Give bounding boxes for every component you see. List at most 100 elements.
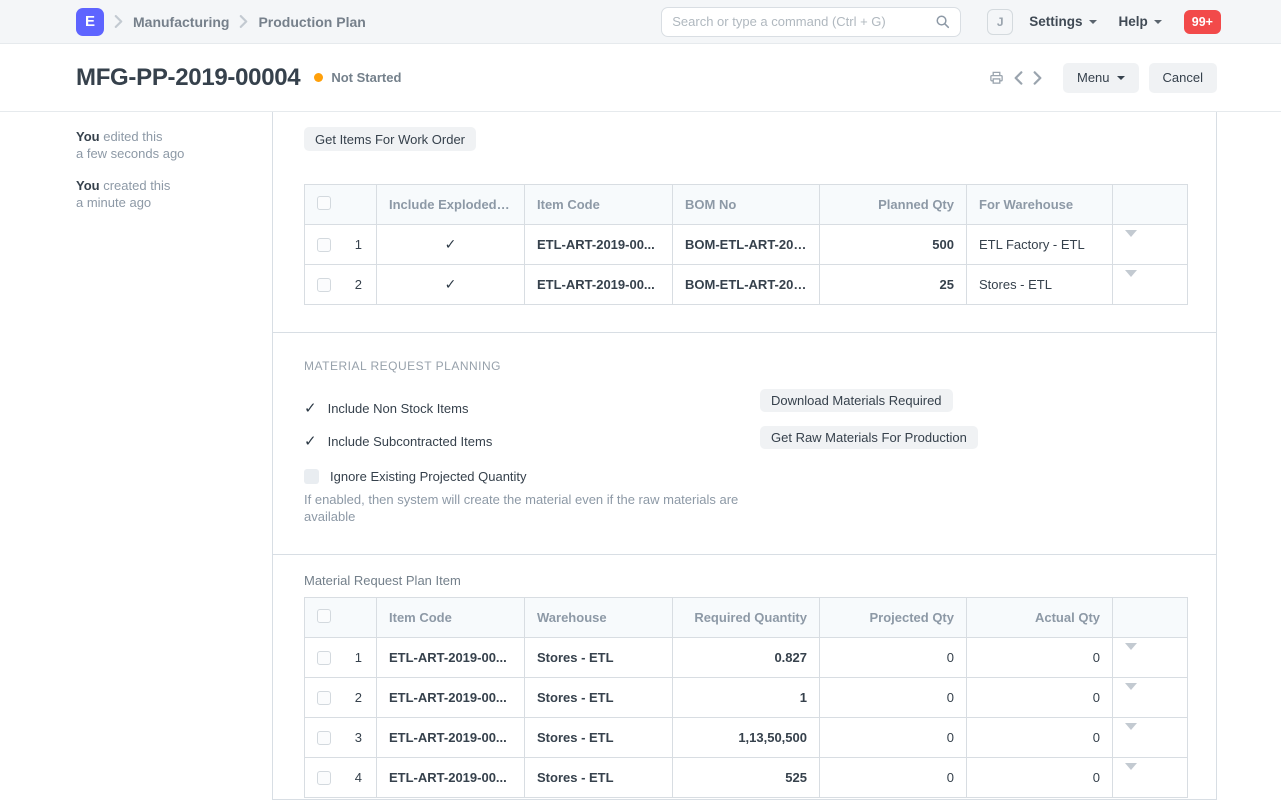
- breadcrumb-production-plan[interactable]: Production Plan: [258, 14, 365, 30]
- check-icon: ✓: [304, 399, 317, 417]
- cell-planned-qty[interactable]: 500: [820, 225, 967, 265]
- menu-label: Menu: [1077, 70, 1110, 85]
- table-header-row: Item Code Warehouse Required Quantity Pr…: [305, 598, 1188, 638]
- cell-required-quantity[interactable]: 1: [673, 678, 820, 718]
- cell-for-warehouse[interactable]: Stores - ETL: [967, 265, 1113, 305]
- cell-warehouse[interactable]: Stores - ETL: [525, 718, 673, 758]
- cell-bom-no[interactable]: BOM-ETL-ART-201...: [673, 225, 820, 265]
- form-sidebar: You edited this a few seconds ago You cr…: [0, 112, 272, 800]
- notifications-badge[interactable]: 99+: [1184, 10, 1221, 34]
- material-request-plan-item-section: Material Request Plan Item Item Code War…: [273, 555, 1216, 798]
- app-logo[interactable]: E: [76, 8, 104, 36]
- row-checkbox[interactable]: [317, 691, 331, 705]
- chevron-down-icon: [1089, 20, 1097, 24]
- created-by-user: You: [76, 178, 100, 193]
- cell-required-quantity[interactable]: 0.827: [673, 638, 820, 678]
- get-items-for-work-order-button[interactable]: Get Items For Work Order: [304, 127, 476, 151]
- cell-projected-qty[interactable]: 0: [820, 718, 967, 758]
- table-row: 1 ✓ ETL-ART-2019-00... BOM-ETL-ART-201..…: [305, 225, 1188, 265]
- material-request-planning-section: MATERIAL REQUEST PLANNING ✓ Include Non …: [273, 333, 1216, 555]
- select-all-checkbox[interactable]: [317, 609, 331, 623]
- user-avatar-letter: J: [997, 15, 1004, 29]
- include-non-stock-items-checkbox[interactable]: ✓ Include Non Stock Items: [304, 399, 760, 417]
- cell-item-code[interactable]: ETL-ART-2019-00...: [525, 265, 673, 305]
- check-icon: ✓: [304, 432, 317, 450]
- col-projected-qty: Projected Qty: [820, 598, 967, 638]
- chevron-right-icon: [114, 15, 123, 28]
- row-expand-arrow-icon[interactable]: [1125, 723, 1137, 745]
- cell-actual-qty[interactable]: 0: [967, 678, 1113, 718]
- cell-required-quantity[interactable]: 525: [673, 758, 820, 798]
- row-checkbox[interactable]: [317, 771, 331, 785]
- row-expand-arrow-icon[interactable]: [1125, 683, 1137, 705]
- cell-item-code[interactable]: ETL-ART-2019-00...: [377, 678, 525, 718]
- print-button[interactable]: [984, 70, 1009, 85]
- row-index: 2: [355, 277, 362, 292]
- printer-icon: [989, 70, 1004, 85]
- chevron-left-icon: [1014, 71, 1023, 85]
- col-for-warehouse: For Warehouse: [967, 185, 1113, 225]
- get-raw-materials-for-production-button[interactable]: Get Raw Materials For Production: [760, 426, 978, 449]
- help-menu-button[interactable]: Help: [1119, 14, 1162, 29]
- row-expand-arrow-icon[interactable]: [1125, 230, 1137, 252]
- cell-actual-qty[interactable]: 0: [967, 758, 1113, 798]
- cell-actual-qty[interactable]: 0: [967, 638, 1113, 678]
- col-actions: [1113, 185, 1188, 225]
- download-materials-required-button[interactable]: Download Materials Required: [760, 389, 953, 412]
- menu-button[interactable]: Menu: [1063, 63, 1139, 93]
- table-row: 2 ETL-ART-2019-00... Stores - ETL 1 0 0: [305, 678, 1188, 718]
- cell-warehouse[interactable]: Stores - ETL: [525, 758, 673, 798]
- next-record-button[interactable]: [1028, 71, 1047, 85]
- col-include-exploded: Include Exploded I...: [377, 185, 525, 225]
- cell-required-quantity[interactable]: 1,13,50,500: [673, 718, 820, 758]
- cell-projected-qty[interactable]: 0: [820, 758, 967, 798]
- cell-warehouse[interactable]: Stores - ETL: [525, 638, 673, 678]
- breadcrumb-manufacturing[interactable]: Manufacturing: [133, 14, 229, 30]
- page-head: MFG-PP-2019-00004 Not Started Menu: [0, 44, 1281, 112]
- settings-menu-button[interactable]: Settings: [1029, 14, 1096, 29]
- row-expand-arrow-icon[interactable]: [1125, 643, 1137, 665]
- row-index: 1: [355, 237, 362, 252]
- row-checkbox[interactable]: [317, 278, 331, 292]
- col-item-code: Item Code: [377, 598, 525, 638]
- row-checkbox[interactable]: [317, 238, 331, 252]
- section-title: MATERIAL REQUEST PLANNING: [304, 359, 1185, 373]
- global-search[interactable]: [661, 7, 961, 37]
- row-index: 1: [355, 650, 362, 665]
- checkbox-label: Include Non Stock Items: [328, 401, 469, 416]
- cell-item-code[interactable]: ETL-ART-2019-00...: [377, 638, 525, 678]
- cell-for-warehouse[interactable]: ETL Factory - ETL: [967, 225, 1113, 265]
- ignore-existing-projected-quantity-checkbox[interactable]: Ignore Existing Projected Quantity: [304, 469, 760, 484]
- cell-planned-qty[interactable]: 25: [820, 265, 967, 305]
- search-input[interactable]: [672, 14, 935, 29]
- unchecked-checkbox-icon: [304, 469, 319, 484]
- cell-item-code[interactable]: ETL-ART-2019-00...: [377, 718, 525, 758]
- include-subcontracted-items-checkbox[interactable]: ✓ Include Subcontracted Items: [304, 432, 760, 450]
- col-item-code: Item Code: [525, 185, 673, 225]
- chevron-right-icon: [239, 15, 248, 28]
- cell-projected-qty[interactable]: 0: [820, 678, 967, 718]
- cell-projected-qty[interactable]: 0: [820, 638, 967, 678]
- cancel-button[interactable]: Cancel: [1149, 63, 1217, 93]
- prev-record-button[interactable]: [1009, 71, 1028, 85]
- row-expand-arrow-icon[interactable]: [1125, 763, 1137, 785]
- created-when: a minute ago: [76, 194, 242, 211]
- search-icon: [935, 14, 950, 29]
- checkbox-label: Ignore Existing Projected Quantity: [330, 469, 527, 484]
- check-icon[interactable]: ✓: [445, 236, 457, 252]
- row-expand-arrow-icon[interactable]: [1125, 270, 1137, 292]
- created-action: created this: [103, 178, 170, 193]
- select-all-checkbox[interactable]: [317, 196, 331, 210]
- cell-warehouse[interactable]: Stores - ETL: [525, 678, 673, 718]
- row-checkbox[interactable]: [317, 731, 331, 745]
- cell-item-code[interactable]: ETL-ART-2019-00...: [525, 225, 673, 265]
- cell-item-code[interactable]: ETL-ART-2019-00...: [377, 758, 525, 798]
- user-avatar[interactable]: J: [987, 9, 1013, 35]
- cell-actual-qty[interactable]: 0: [967, 718, 1113, 758]
- col-actual-qty: Actual Qty: [967, 598, 1113, 638]
- row-checkbox[interactable]: [317, 651, 331, 665]
- check-icon[interactable]: ✓: [445, 276, 457, 292]
- modified-when: a few seconds ago: [76, 145, 242, 162]
- app-logo-letter: E: [85, 13, 95, 30]
- cell-bom-no[interactable]: BOM-ETL-ART-201...: [673, 265, 820, 305]
